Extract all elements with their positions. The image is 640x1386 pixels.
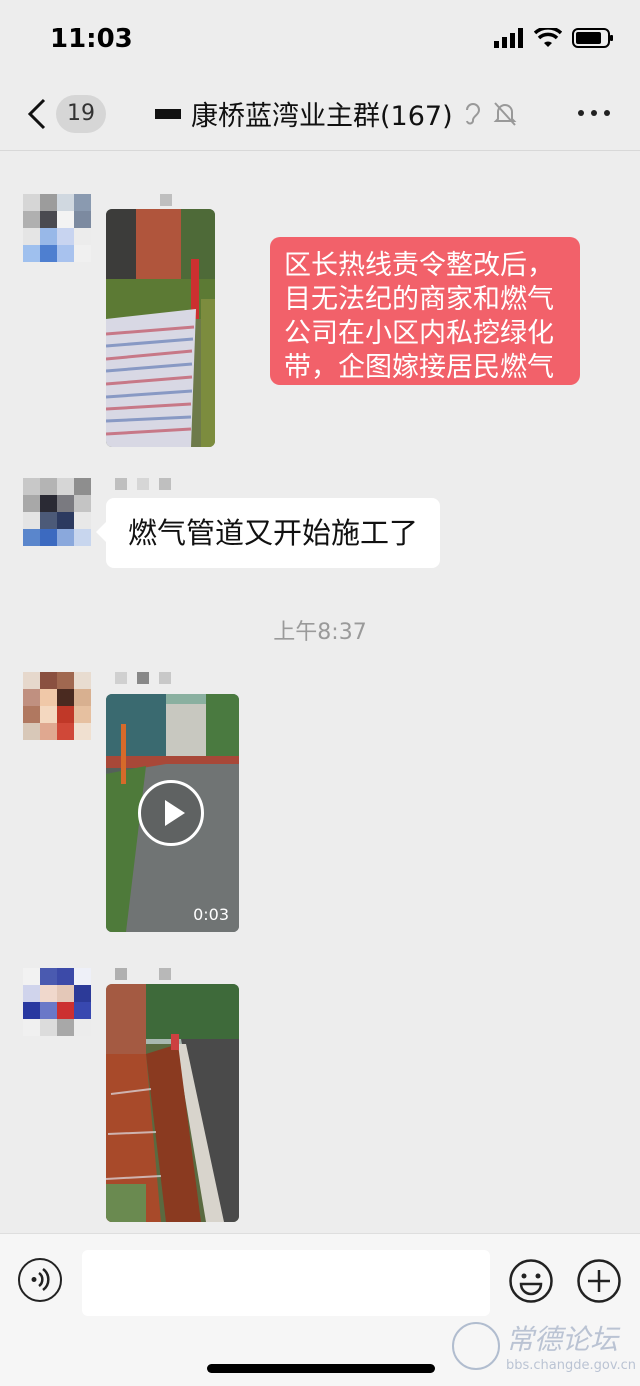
play-icon[interactable] [138, 780, 204, 846]
chat-video[interactable]: 0:03 [106, 694, 239, 932]
voice-icon[interactable] [18, 1258, 62, 1302]
video-duration: 0:03 [193, 905, 229, 924]
signal-icon [494, 28, 523, 48]
chat-image[interactable] [106, 209, 215, 447]
status-icons [494, 28, 614, 48]
sender-name-masked [115, 968, 171, 980]
message-bubble-self[interactable]: 区长热线责令整改后， 目无法纪的商家和燃气 公司在小区内私挖绿化 带，企图嫁接居… [270, 237, 580, 385]
plus-icon[interactable] [576, 1258, 622, 1304]
chat-title: 康桥蓝湾业主群(167) [191, 101, 453, 132]
sender-name-masked [115, 672, 171, 684]
message-line: 目无法纪的商家和燃气 [284, 284, 554, 315]
sender-name-masked [160, 194, 172, 206]
message-line: 公司在小区内私挖绿化 [284, 318, 554, 349]
wifi-icon [534, 28, 562, 47]
home-indicator[interactable] [207, 1364, 435, 1373]
message-line: 带，企图嫁接居民燃气 [284, 352, 554, 383]
message-bubble-other[interactable]: 燃气管道又开始施工了 [95, 498, 441, 568]
message-line: 区长热线责令整改后， [284, 250, 554, 281]
message-timestamp: 上午8:37 [273, 620, 367, 645]
avatar[interactable] [23, 194, 91, 262]
sender-name-masked [115, 478, 171, 490]
emoji-icon[interactable] [508, 1258, 554, 1304]
message-input[interactable] [82, 1250, 490, 1316]
watermark-logo [452, 1321, 500, 1370]
avatar[interactable] [23, 672, 91, 752]
bell-off-icon [493, 101, 517, 126]
battery-icon [572, 28, 613, 48]
masked-region [155, 108, 181, 119]
avatar[interactable] [23, 968, 91, 1036]
watermark-url: bbs.changde.gov.cn [506, 1358, 637, 1373]
chat-title-area[interactable]: 康桥蓝湾业主群(167) [155, 94, 517, 133]
chevron-left-icon[interactable] [24, 96, 50, 132]
status-time: 11:03 [50, 24, 133, 54]
more-icon[interactable] [578, 110, 610, 116]
watermark: 常德论坛 bbs.changde.gov.cn [452, 1318, 636, 1373]
ear-icon [465, 102, 480, 125]
chat-header: 19 康桥蓝湾业主群(167) [0, 80, 640, 151]
status-bar: 11:03 [0, 0, 640, 80]
avatar[interactable] [23, 478, 91, 546]
watermark-title: 常德论坛 [506, 1323, 619, 1356]
chat-image[interactable] [106, 984, 239, 1222]
unread-count-badge[interactable]: 19 [56, 95, 106, 133]
